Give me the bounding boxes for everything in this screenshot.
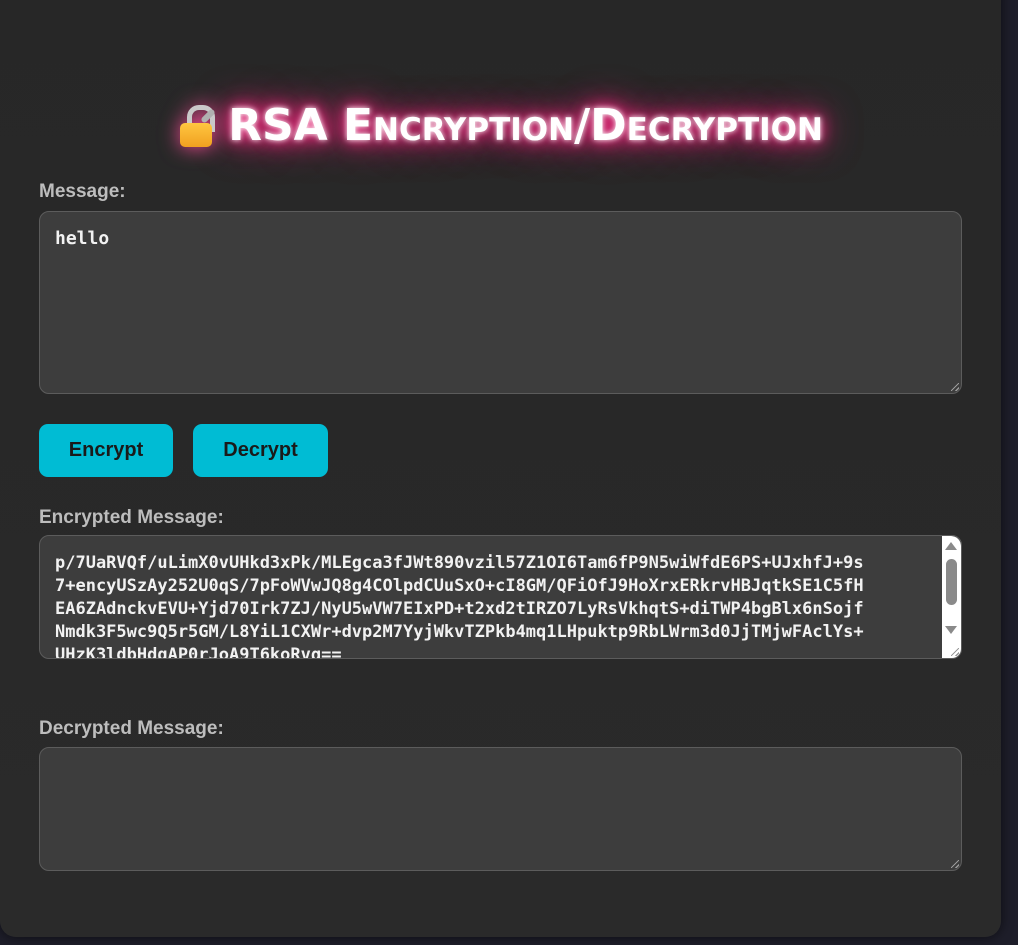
message-label: Message:	[39, 181, 126, 202]
scroll-down-arrow-icon[interactable]	[945, 626, 957, 634]
page-title-text: RSA Encryption/Decryption	[228, 100, 823, 151]
resize-grip-icon[interactable]	[951, 648, 959, 656]
encrypted-scrollbar[interactable]	[942, 536, 961, 658]
decrypted-message-label: Decrypted Message:	[39, 718, 224, 739]
decrypted-message-output[interactable]	[39, 747, 962, 871]
resize-grip-icon[interactable]	[951, 383, 959, 391]
page-title: RSA Encryption/Decryption	[178, 100, 823, 151]
encrypted-message-label: Encrypted Message:	[39, 507, 224, 528]
scroll-up-arrow-icon[interactable]	[945, 542, 957, 550]
header: RSA Encryption/Decryption	[0, 100, 1001, 154]
message-input-value: hello	[55, 228, 110, 249]
scroll-thumb[interactable]	[946, 559, 957, 605]
encrypt-button[interactable]: Encrypt	[39, 424, 173, 477]
lock-with-key-icon	[178, 103, 218, 149]
encrypted-message-output[interactable]: p/7UaRVQf/uLimX0vUHkd3xPk/MLEgca3fJWt890…	[39, 535, 962, 659]
message-input[interactable]: hello	[39, 211, 962, 394]
encrypted-message-value: p/7UaRVQf/uLimX0vUHkd3xPk/MLEgca3fJWt890…	[55, 553, 864, 658]
resize-grip-icon[interactable]	[951, 860, 959, 868]
decrypt-button[interactable]: Decrypt	[193, 424, 328, 477]
